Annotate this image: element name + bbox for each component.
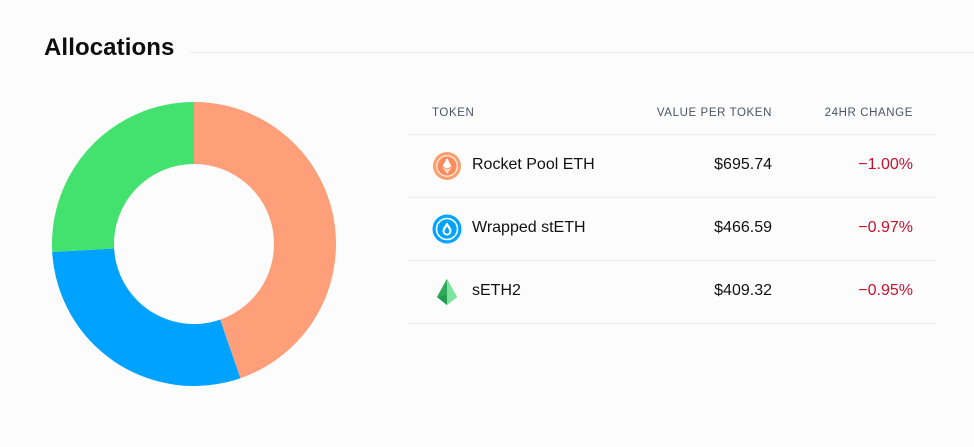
table-header: TOKEN VALUE PER TOKEN 24HR CHANGE	[408, 96, 936, 135]
token-name: Wrapped stETH	[472, 219, 586, 236]
allocation-table: TOKEN VALUE PER TOKEN 24HR CHANGE Rocket…	[408, 96, 936, 324]
table-row[interactable]: Rocket Pool ETH $695.74 −1.00%	[408, 135, 936, 198]
donut-slice-2[interactable]	[52, 248, 241, 386]
token-24hr-change: −1.00%	[858, 156, 913, 173]
table-row[interactable]: sETH2 $409.32 −0.95%	[408, 261, 936, 324]
seth2-icon	[437, 279, 457, 305]
title-divider	[190, 52, 974, 53]
token-24hr-change: −0.97%	[858, 219, 913, 236]
wrapped-steth-icon	[432, 214, 462, 244]
table-row[interactable]: Wrapped stETH $466.59 −0.97%	[408, 198, 936, 261]
donut-slice-3[interactable]	[52, 102, 194, 253]
token-name: sETH2	[472, 282, 521, 299]
rocket-pool-eth-icon	[433, 152, 461, 180]
allocation-donut-chart	[52, 102, 336, 386]
page-title: Allocations	[44, 34, 175, 61]
column-header-token: TOKEN	[432, 107, 475, 119]
token-value: $409.32	[714, 282, 772, 299]
token-value: $466.59	[714, 219, 772, 236]
token-name: Rocket Pool ETH	[472, 156, 595, 173]
column-header-value-per-token: VALUE PER TOKEN	[656, 107, 772, 119]
section-header: Allocations	[44, 34, 974, 70]
token-value: $695.74	[714, 156, 772, 173]
token-24hr-change: −0.95%	[858, 282, 913, 299]
column-header-24hr-change: 24HR CHANGE	[824, 107, 913, 119]
